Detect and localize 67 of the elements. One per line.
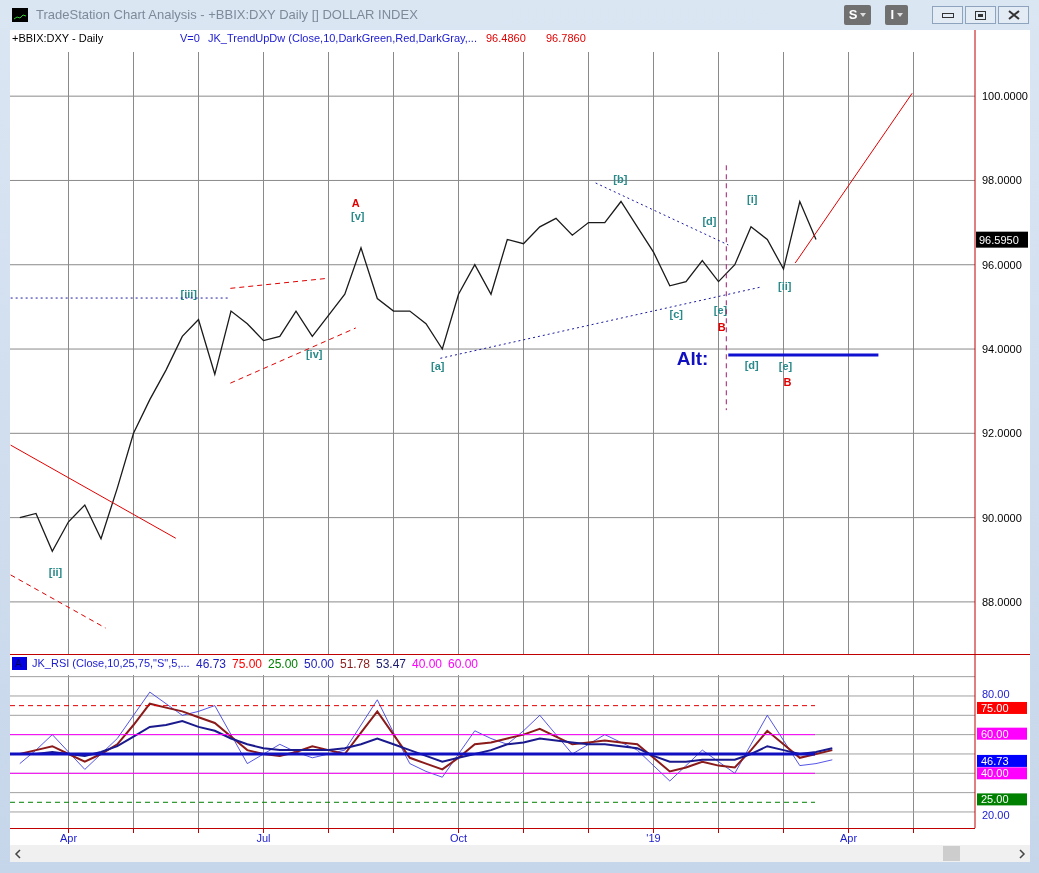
- maximize-button[interactable]: [965, 6, 996, 24]
- minimize-icon: [941, 12, 954, 18]
- wave-label: [iv]: [305, 348, 323, 361]
- scroll-left-icon[interactable]: [14, 848, 22, 859]
- value-badge: 25.00: [977, 793, 1027, 806]
- wave-label: [iii]: [180, 288, 197, 301]
- axis-label: 80.00: [982, 688, 1010, 700]
- wave-label: [i]: [747, 193, 758, 206]
- indicator-value: 53.47: [376, 657, 407, 671]
- window-title: TradeStation Chart Analysis - +BBIX:DXY Daily [] DOLLAR INDEX: [36, 6, 418, 25]
- caret-icon: [860, 13, 867, 17]
- wave-label: [e]: [713, 303, 728, 316]
- axis-label: 100.0000: [982, 90, 1028, 103]
- indicator-value: 40.00: [412, 657, 443, 671]
- indicator-label: JK_RSI (Close,10,25,75,"S",5,...: [32, 657, 190, 669]
- indicator-value: 96.4860: [486, 32, 526, 44]
- indicator-label: JK_TrendUpDw (Close,10,DarkGreen,Red,DarkGray,...: [208, 32, 477, 44]
- wave-label: [e]: [778, 359, 793, 372]
- close-button[interactable]: [998, 6, 1029, 24]
- value-badge: 60.00: [977, 727, 1027, 740]
- indicator-value: 60.00: [448, 657, 479, 671]
- symbol-label: +BBIX:DXY - Daily: [12, 32, 104, 44]
- scroll-right-icon[interactable]: [1018, 848, 1026, 859]
- wave-label: [d]: [744, 359, 759, 372]
- scrollbar-thumb[interactable]: [943, 846, 960, 861]
- wave-label: [ii]: [778, 280, 792, 293]
- wave-label: [b]: [613, 172, 628, 185]
- toolbar-button[interactable]: S: [843, 5, 872, 25]
- wave-label: [v]: [351, 210, 365, 223]
- indicator-value: 50.00: [304, 657, 335, 671]
- indicator-badge: A: [12, 657, 27, 670]
- indicator-value: 46.73: [196, 657, 227, 671]
- wave-label: B: [783, 375, 792, 388]
- axis-label: Apr: [59, 832, 78, 844]
- wave-label: [c]: [669, 308, 683, 321]
- wave-label: [a]: [430, 359, 445, 372]
- indicator-value: 25.00: [268, 657, 299, 671]
- indicator-value: 51.78: [340, 657, 371, 671]
- value-badge: 75.00: [977, 701, 1027, 714]
- wave-label: [ii]: [48, 566, 63, 578]
- axis-label: 94.0000: [982, 343, 1022, 356]
- wave-label: A: [351, 197, 360, 210]
- axis-label: 98.0000: [982, 174, 1022, 187]
- axis-label: 96.0000: [982, 258, 1022, 271]
- axis-label: 92.0000: [982, 427, 1022, 440]
- axis-label: 90.0000: [982, 511, 1022, 524]
- axis-label: Jul: [256, 832, 271, 844]
- indicator-value: 75.00: [232, 657, 263, 671]
- axis-label: Apr: [839, 832, 858, 844]
- minimize-button[interactable]: [932, 6, 963, 24]
- volume-label: V=0: [180, 32, 200, 44]
- axis-label: 88.0000: [982, 595, 1022, 608]
- restore-icon: [975, 10, 986, 20]
- axis-label: '19: [646, 832, 661, 844]
- close-icon: [1007, 10, 1020, 20]
- value-badge: 46.73: [977, 754, 1027, 767]
- alternate-label: Alt:: [676, 347, 709, 369]
- axis-label: Oct: [449, 832, 468, 844]
- value-badge: 40.00: [977, 767, 1027, 780]
- indicator-value: 96.7860: [546, 32, 586, 44]
- axis-label: 20.00: [982, 808, 1010, 821]
- wave-label: [d]: [702, 215, 717, 228]
- caret-icon: [897, 13, 903, 17]
- wave-label: B: [717, 321, 726, 334]
- app-icon: [12, 8, 28, 22]
- last-price-badge: 96.5950: [976, 231, 1028, 248]
- toolbar-button[interactable]: I: [885, 5, 908, 25]
